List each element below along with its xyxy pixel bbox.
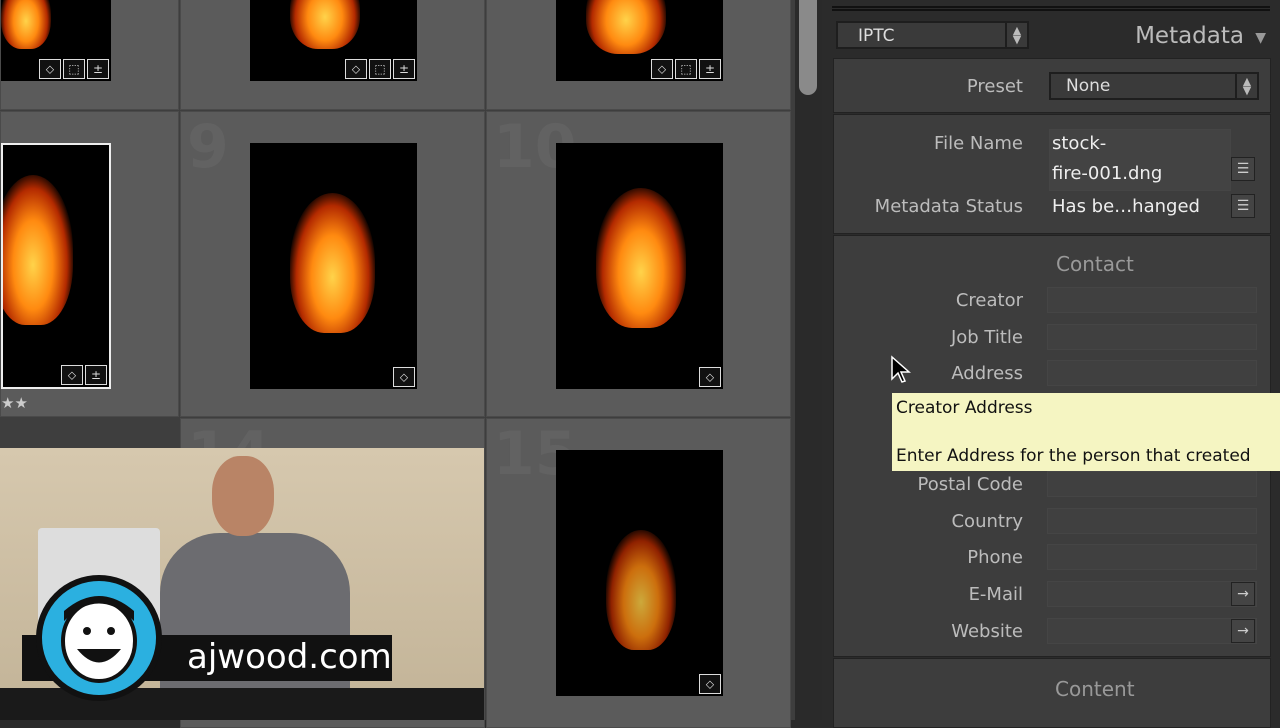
file-name-value-2: fire-001.dng [1052, 163, 1163, 184]
grid-scrollbar[interactable] [795, 0, 822, 720]
email-field[interactable] [1047, 581, 1257, 607]
cell-number: 9 [187, 112, 229, 182]
grid-cell[interactable]: 9 ⬦ [180, 111, 485, 417]
brand-logo [36, 575, 162, 701]
contact-heading: Contact [1056, 252, 1134, 276]
updown-arrows-icon: ▲ ▼ [1235, 74, 1257, 98]
keyword-badge-icon[interactable]: ⬦ [345, 59, 367, 79]
thumbnail[interactable]: ⬦ ⬚ ± [556, 0, 723, 81]
tooltip: Creator Address Enter Address for the pe… [892, 393, 1280, 471]
address-field[interactable] [1047, 360, 1257, 386]
thumbnail[interactable]: ⬦ [250, 143, 417, 389]
file-info-section: File Name stock- fire-001.dng ☰ Metadata… [833, 114, 1271, 234]
scrollbar-thumb[interactable] [799, 0, 817, 95]
country-label: Country [951, 511, 1023, 532]
tooltip-title: Creator Address [896, 398, 1033, 418]
thumbnail[interactable]: ⬦ [556, 450, 723, 696]
content-heading: Content [1055, 677, 1135, 701]
creator-label: Creator [955, 290, 1023, 311]
grid-cell[interactable]: ⬦ ⬚ ± [0, 0, 179, 110]
keyword-badge-icon[interactable]: ⬦ [61, 365, 83, 385]
keyword-badge-icon[interactable]: ⬦ [39, 59, 61, 79]
mouse-cursor-icon [891, 355, 911, 383]
divider [832, 6, 1270, 11]
arrow-right-icon[interactable]: → [1231, 582, 1255, 606]
file-name-label: File Name [934, 133, 1023, 154]
grid-cell[interactable]: 15 ⬦ [486, 418, 791, 728]
address-label: Address [951, 363, 1023, 384]
grid-cell[interactable]: ⬦ ⬚ ± [180, 0, 485, 110]
list-icon[interactable]: ☰ [1231, 194, 1255, 218]
country-field[interactable] [1047, 508, 1257, 534]
metadata-view-select[interactable]: IPTC ▲ ▼ [836, 21, 1029, 49]
list-icon[interactable]: ☰ [1231, 157, 1255, 181]
grid-cell[interactable]: ⬦ ⬚ ± [486, 0, 791, 110]
crop-badge-icon[interactable]: ⬚ [369, 59, 391, 79]
email-label: E-Mail [968, 584, 1023, 605]
crop-badge-icon[interactable]: ⬚ [63, 59, 85, 79]
keyword-badge-icon[interactable]: ⬦ [699, 367, 721, 387]
collapse-triangle-icon[interactable]: ▼ [1255, 30, 1266, 46]
star-rating[interactable]: ★★ [1, 394, 28, 412]
postal-code-label: Postal Code [917, 474, 1024, 495]
crop-badge-icon[interactable]: ⬚ [675, 59, 697, 79]
develop-badge-icon[interactable]: ± [699, 59, 721, 79]
website-field[interactable] [1047, 618, 1257, 644]
thumbnail[interactable]: ⬦ ⬚ ± [1, 0, 111, 81]
grid-cell[interactable]: ⬦ ± ★★ [0, 111, 179, 417]
preset-value: None [1066, 76, 1111, 96]
job-title-label: Job Title [950, 327, 1023, 348]
updown-arrows-icon: ▲ ▼ [1005, 23, 1027, 47]
thumbnail[interactable]: ⬦ [556, 143, 723, 389]
website-label: Website [951, 621, 1023, 642]
job-title-field[interactable] [1047, 324, 1257, 350]
creator-field[interactable] [1047, 287, 1257, 313]
develop-badge-icon[interactable]: ± [393, 59, 415, 79]
thumbnail[interactable]: ⬦ ⬚ ± [250, 0, 417, 81]
view-select-value: IPTC [858, 26, 895, 46]
keyword-badge-icon[interactable]: ⬦ [651, 59, 673, 79]
develop-badge-icon[interactable]: ± [87, 59, 109, 79]
panel-title[interactable]: Metadata [1135, 23, 1244, 49]
phone-field[interactable] [1047, 544, 1257, 570]
preset-label: Preset [966, 76, 1023, 97]
content-section: Content [833, 658, 1271, 728]
keyword-badge-icon[interactable]: ⬦ [699, 674, 721, 694]
thumbnail-selected[interactable]: ⬦ ± [1, 143, 111, 389]
tooltip-body: Enter Address for the person that create… [896, 446, 1251, 466]
preset-section: Preset None ▲ ▼ [833, 58, 1271, 113]
presenter-head [212, 456, 274, 536]
postal-code-field[interactable] [1047, 471, 1257, 497]
grid-cell[interactable]: 10 ⬦ [486, 111, 791, 417]
metadata-status-value: Has be…hanged [1052, 196, 1200, 217]
phone-label: Phone [967, 547, 1023, 568]
arrow-right-icon[interactable]: → [1231, 619, 1255, 643]
metadata-status-label: Metadata Status [874, 196, 1023, 217]
preset-select[interactable]: None ▲ ▼ [1049, 72, 1259, 100]
develop-badge-icon[interactable]: ± [85, 365, 107, 385]
keyword-badge-icon[interactable]: ⬦ [393, 367, 415, 387]
file-name-value: stock- [1052, 133, 1107, 154]
